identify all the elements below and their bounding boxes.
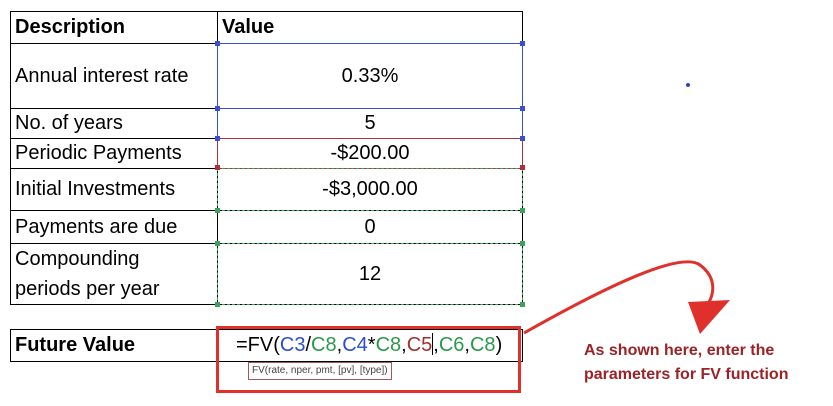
annotation-line2: parameters for FV function [584,366,789,383]
annotation-line1: As shown here, enter the [584,342,775,359]
annotation-text: As shown here, enter the parameters for … [584,339,788,387]
stray-dot [686,83,690,87]
